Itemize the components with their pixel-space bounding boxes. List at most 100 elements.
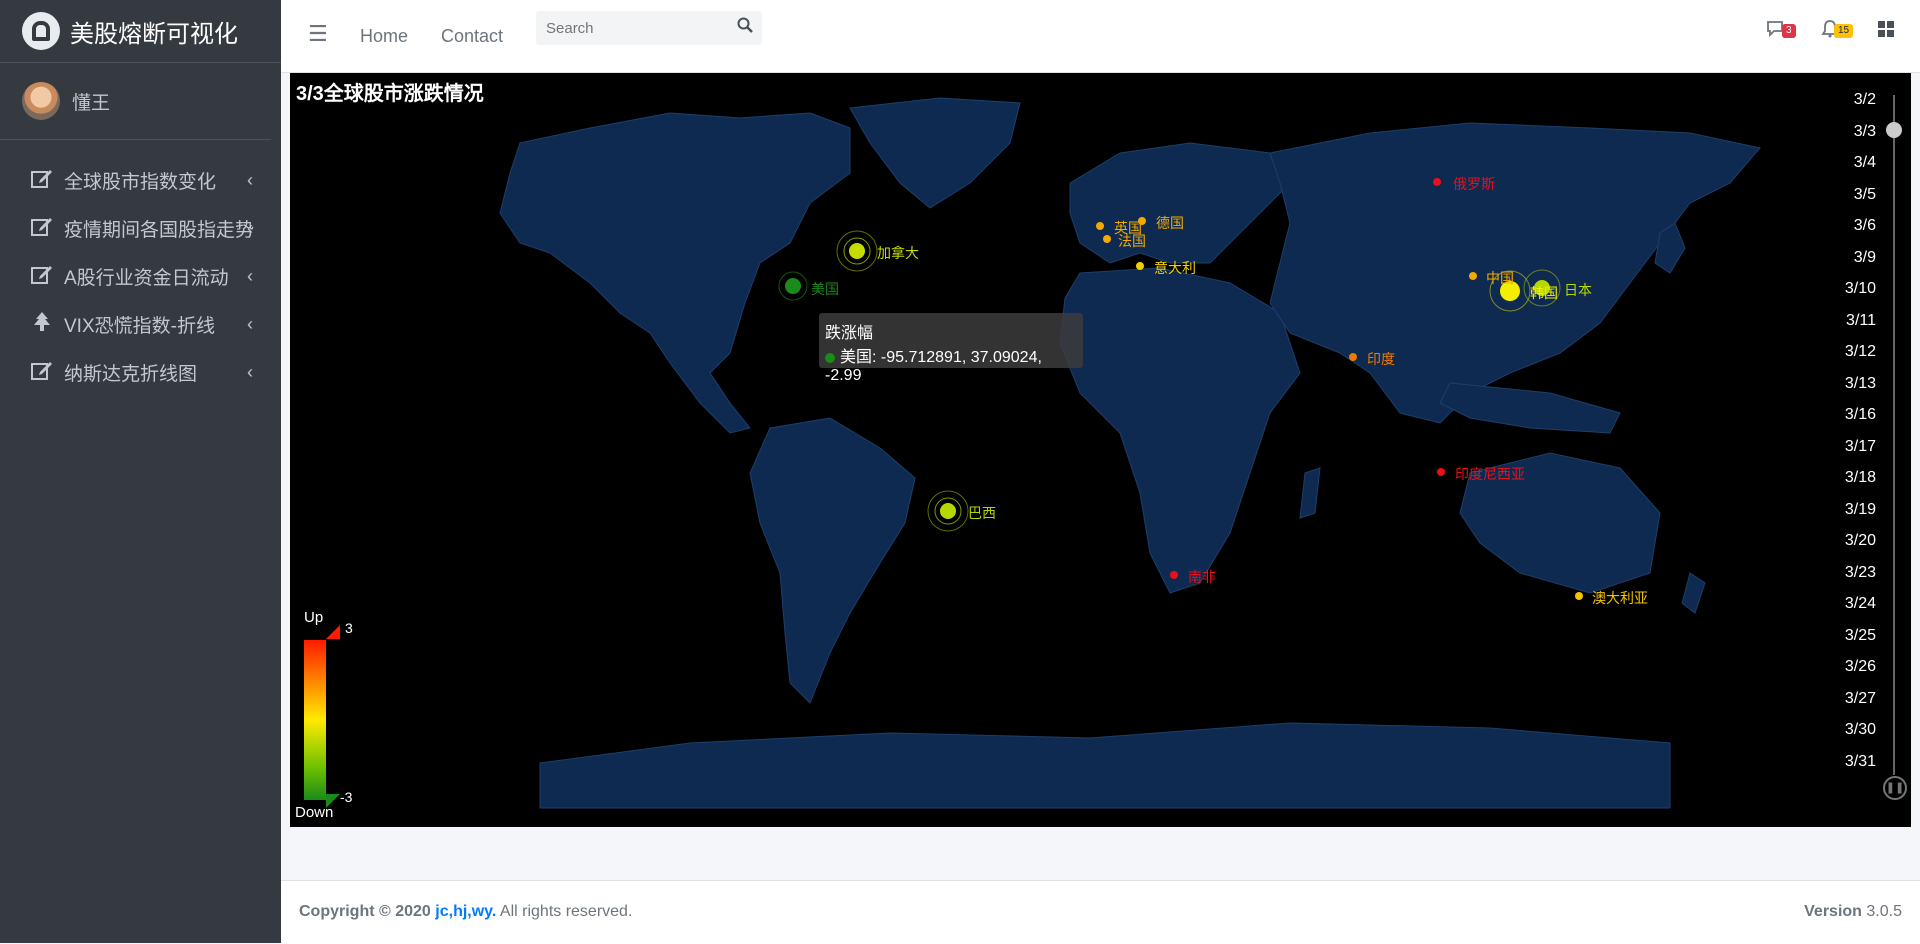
timeline-item[interactable]: 3/5 [1836,186,1876,218]
timeline-item[interactable]: 3/13 [1836,375,1876,407]
legend-color-bar[interactable] [304,640,326,800]
sidebar-item-label: A股行业资金日流动 [64,267,229,289]
footer-version: Version 3.0.5 [1804,903,1902,921]
edit-icon [30,168,54,193]
avatar [22,82,60,120]
sidebar-nav: 全球股市指数变化 ‹ 疫情期间各国股指走势 ‹ A股行业资金日流动 ‹ VIX恐… [0,140,281,396]
antarctica-landmass [539,722,1671,809]
sidebar-item-global-index[interactable]: 全球股市指数变化 ‹ [0,156,281,204]
navbar-search [536,11,762,45]
brand-title: 美股熔断可视化 [70,20,238,48]
timeline-item[interactable]: 3/24 [1836,595,1876,627]
map-tooltip: 跌涨幅 美国: -95.712891, 37.09024, -2.99 [819,313,1083,384]
home-link[interactable]: Home [360,26,408,47]
southeast-asia-landmass [1439,382,1621,434]
grid-icon[interactable] [1877,20,1895,44]
timeline-item[interactable]: 3/2 [1836,91,1876,123]
world-map-chart[interactable]: 3/3全球股市涨跌情况 美国 加拿大 巴西 英国 法国 德国 意大利 俄罗斯 中… [290,73,1911,827]
chevron-left-icon: ‹ [247,362,253,382]
timeline-item[interactable]: 3/27 [1836,690,1876,722]
pause-icon[interactable]: ❚❚ [1883,776,1907,800]
map-label-canada: 加拿大 [877,245,919,261]
timeline-item[interactable]: 3/12 [1836,343,1876,375]
timeline: 3/2 3/3 3/4 3/5 3/6 3/9 3/10 3/11 3/12 3… [1836,91,1876,784]
timeline-item[interactable]: 3/23 [1836,564,1876,596]
timeline-item[interactable]: 3/6 [1836,217,1876,249]
timeline-item[interactable]: 3/20 [1836,532,1876,564]
europe-landmass [1069,142,1291,264]
timeline-knob[interactable] [1886,122,1902,138]
edit-icon [30,216,54,241]
timeline-item[interactable]: 3/11 [1836,312,1876,344]
south-america-landmass [749,417,916,704]
sidebar-item-epidemic-trend[interactable]: 疫情期间各国股指走势 ‹ [0,204,281,252]
map-label-germany: 德国 [1156,215,1184,231]
timeline-item[interactable]: 3/25 [1836,627,1876,659]
timeline-item[interactable]: 3/9 [1836,249,1876,281]
sidebar-item-label: 全球股市指数变化 [64,171,217,193]
sidebar: 美股熔断可视化 懂王 全球股市指数变化 ‹ 疫情期间各国股指走势 ‹ A股行业资… [0,0,281,943]
timeline-item[interactable]: 3/10 [1836,280,1876,312]
point-canada [849,243,865,259]
map-label-italy: 意大利 [1154,260,1196,276]
timeline-item[interactable]: 3/18 [1836,469,1876,501]
timeline-item[interactable]: 3/16 [1836,406,1876,438]
tree-icon [30,311,54,337]
version-label: Version [1804,903,1862,920]
chevron-left-icon: ‹ [247,314,253,334]
timeline-item[interactable]: 3/4 [1836,154,1876,186]
user-name: 懂王 [72,92,111,114]
authors-link[interactable]: jc,hj,wy. [435,903,496,920]
sidebar-item-label: VIX恐慌指数-折线 [64,315,215,337]
map-label-australia: 澳大利亚 [1592,590,1648,606]
map-label-india: 印度 [1367,351,1395,367]
map-label-japan: 日本 [1564,282,1592,298]
point-south-africa [1170,571,1178,579]
legend-min-value: -3 [340,789,353,805]
top-navbar: ☰ Home Contact 3 15 [281,0,1920,73]
world-map-svg [499,97,1761,809]
timeline-item[interactable]: 3/26 [1836,658,1876,690]
sidebar-item-a-share-flow[interactable]: A股行业资金日流动 ‹ [0,252,281,300]
footer: Copyright © 2020 jc,hj,wy. All rights re… [281,880,1920,944]
legend-max-handle[interactable] [326,625,340,639]
sidebar-item-vix[interactable]: VIX恐慌指数-折线 ‹ [0,300,281,348]
sidebar-item-nasdaq[interactable]: 纳斯达克折线图 ‹ [0,348,281,396]
tooltip-title: 跌涨幅 [825,325,874,342]
map-label-indonesia: 印度尼西亚 [1455,466,1525,482]
map-label-brazil: 巴西 [968,505,996,521]
point-russia [1433,178,1441,186]
footer-copyright: Copyright © 2020 jc,hj,wy. All rights re… [299,903,632,921]
point-china [1469,272,1477,280]
edit-icon [30,360,54,385]
point-india [1349,353,1357,361]
timeline-item[interactable]: 3/17 [1836,438,1876,470]
timeline-item[interactable]: 3/3 [1836,123,1876,155]
messages-badge: 3 [1782,24,1796,38]
version-number: 3.0.5 [1866,903,1902,920]
sidebar-item-label: 纳斯达克折线图 [64,363,198,385]
chevron-left-icon: ‹ [247,266,253,286]
point-usa [785,278,801,294]
contact-link[interactable]: Contact [441,26,503,47]
map-label-russia: 俄罗斯 [1453,176,1495,192]
point-italy [1136,262,1144,270]
timeline-rail[interactable] [1893,95,1895,775]
user-panel[interactable]: 懂王 [0,63,271,140]
timeline-item[interactable]: 3/31 [1836,753,1876,785]
sidebar-item-label: 疫情期间各国股指走势 [64,219,255,241]
search-input[interactable] [536,18,728,38]
brand-link[interactable]: 美股熔断可视化 [0,0,281,63]
map-label-france: 法国 [1118,233,1146,249]
legend-down-label: Down [295,804,334,821]
timeline-item[interactable]: 3/30 [1836,721,1876,753]
timeline-item[interactable]: 3/19 [1836,501,1876,533]
rights-text: All rights reserved. [499,903,633,920]
search-icon[interactable] [737,17,753,38]
menu-toggle-icon[interactable]: ☰ [308,21,328,47]
chevron-left-icon: ‹ [247,218,253,238]
legend-up-label: Up [304,609,324,626]
notifications-badge: 15 [1834,24,1854,38]
map-label-usa: 美国 [811,281,839,297]
point-france [1103,235,1111,243]
